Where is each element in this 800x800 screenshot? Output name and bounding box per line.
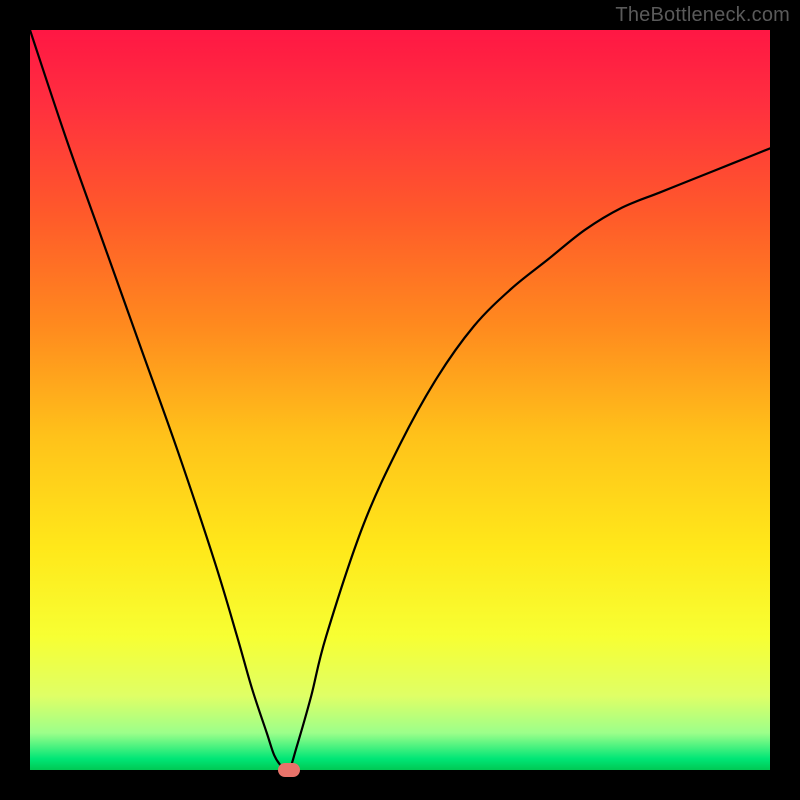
- watermark-text: TheBottleneck.com: [615, 4, 790, 27]
- plot-area: [30, 30, 770, 770]
- bottleneck-curve: [30, 30, 770, 770]
- optimal-point-marker: [278, 763, 300, 777]
